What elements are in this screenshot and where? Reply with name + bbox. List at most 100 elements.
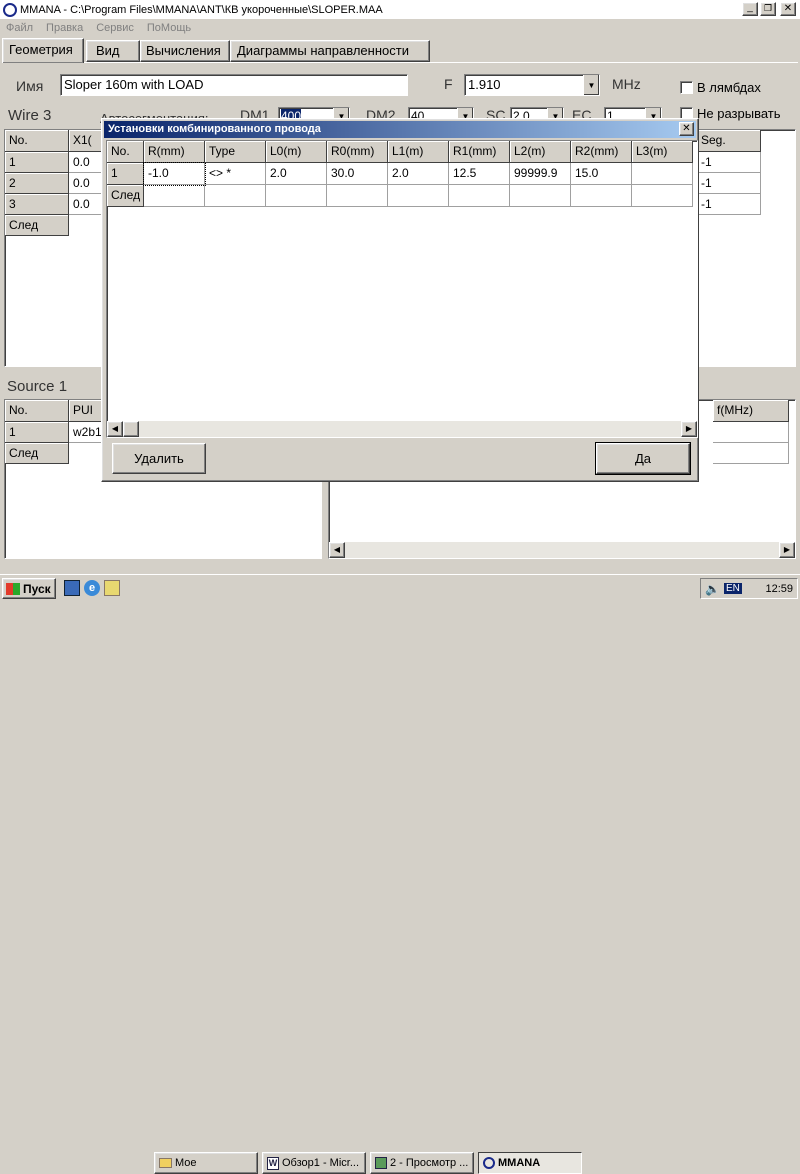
dialog-title-bar: Установки комбинированного провода ✕ [104,121,696,138]
dialog-cell[interactable]: <> * [205,163,266,185]
desktop-icon[interactable] [64,580,80,596]
dialog-col-header: L1(m) [388,141,449,163]
dialog-empty-cell[interactable] [632,185,693,207]
wire-row-no[interactable]: 2 [5,173,69,194]
clock: 12:59 [765,582,793,595]
language-indicator[interactable]: EN [723,583,742,594]
dialog-col-header: L3(m) [632,141,693,163]
dialog-cell[interactable]: 2.0 [266,163,327,185]
dialog-col-header: R0(mm) [327,141,388,163]
dialog-empty-cell[interactable] [205,185,266,207]
dialog-close-button[interactable]: ✕ [679,122,694,136]
window-title: MMANA - C:\Program Files\MMANA\ANT\КВ ук… [20,3,383,16]
wire-cell-seg[interactable]: -1 [697,152,761,173]
source-col-no: No. [5,400,69,422]
dialog-row-next[interactable]: След [107,185,144,207]
quicklaunch: e [64,580,120,596]
scroll-right-icon[interactable]: ▶ [779,542,795,558]
dialog-row-no[interactable]: 1 [107,163,144,185]
wire-cell-seg[interactable]: -1 [697,173,761,194]
dialog-empty-cell[interactable] [266,185,327,207]
wire-row-no[interactable]: 3 [5,194,69,215]
dialog-cell[interactable]: 30.0 [327,163,388,185]
app-icon [3,2,17,17]
start-button[interactable]: Пуск [2,578,56,599]
windows-logo-icon [6,582,20,595]
dialog-col-header: L2(m) [510,141,571,163]
wire-row-no[interactable]: 1 [5,152,69,173]
browser-icon[interactable]: e [84,580,100,596]
system-tray: 🔈 EN 12:59 [700,578,798,599]
dialog-col-header: R(mm) [144,141,205,163]
scroll-left-icon[interactable]: ◀ [329,542,345,558]
tab-calculations[interactable]: Вычисления [140,40,230,62]
wire-cell-seg[interactable]: -1 [697,194,761,215]
lambda-checkbox[interactable]: В лямбдах [680,80,761,95]
source-row-no[interactable]: 1 [5,422,69,443]
f-label: F [444,76,453,92]
dialog-table: No. 1 След R(mm) -1.0 Type <> * L0(m) 2.0 R0(mm) 3… [106,140,698,438]
minimize-button[interactable]: _ [742,2,758,16]
source-label: Source 1 [7,378,68,395]
restore-button[interactable]: ❐ [760,2,776,16]
wire-col-no: No. [5,130,69,152]
dialog-cell[interactable] [632,163,693,185]
chevron-down-icon[interactable]: ▼ [583,75,599,95]
tab-geometry[interactable]: Геометрия [2,38,84,63]
tab-view[interactable]: Вид [86,40,140,62]
load-hscrollbar[interactable]: ◀ ▶ [329,542,795,558]
scroll-thumb[interactable] [123,421,139,437]
checkbox-box[interactable] [680,81,693,94]
tab-diagrams[interactable]: Диаграммы направленности [230,40,430,62]
dialog-cell[interactable]: 12.5 [449,163,510,185]
ok-button[interactable]: Да [595,442,691,475]
taskbar-item-mmana[interactable]: MMANA [478,1152,582,1174]
menu-edit[interactable]: Правка [46,22,83,34]
scroll-right-icon[interactable]: ▶ [681,421,697,437]
taskbar-item-word[interactable]: W Обзор1 - Micr... [262,1152,366,1174]
dialog-empty-cell[interactable] [510,185,571,207]
dialog-cell[interactable]: -1.0 [143,162,206,186]
combined-wire-dialog: Установки комбинированного провода ✕ No.… [101,118,699,482]
taskbar-item-mycomputer[interactable]: Мое [154,1152,258,1174]
dialog-col-header: R1(mm) [449,141,510,163]
dialog-hscrollbar[interactable]: ◀ ▶ [107,421,697,437]
name-input[interactable]: Sloper 160m with LOAD [60,74,408,96]
tab-strip: Геометрия Вид Вычисления Диаграммы напра… [2,38,798,63]
dialog-cell[interactable]: 15.0 [571,163,632,185]
dialog-col-header: L0(m) [266,141,327,163]
outlook-icon[interactable] [104,580,120,596]
dialog-empty-cell[interactable] [449,185,510,207]
dialog-col-header: No. [107,141,144,163]
taskbar-item-viewer[interactable]: 2 - Просмотр ... [370,1152,474,1174]
load-col-fmhz: f(MHz) [713,400,789,422]
dialog-empty-cell[interactable] [388,185,449,207]
speaker-icon[interactable]: 🔈 [705,582,720,596]
name-label: Имя [16,78,44,94]
frequency-select[interactable]: 1.910 ▼ [464,74,600,96]
wire-label: Wire 3 [8,107,52,124]
dialog-col-header: Type [205,141,266,163]
wire-row-next[interactable]: След [5,215,69,236]
menu-file[interactable]: Файл [6,22,33,34]
menu-help[interactable]: ПоМощь [147,22,191,34]
menu-bar: Файл Правка Сервис ПоМощь [0,19,800,37]
dialog-title: Установки комбинированного провода [108,123,321,135]
dialog-col-header: R2(mm) [571,141,632,163]
dialog-cell[interactable]: 99999.9 [510,163,571,185]
dialog-empty-cell[interactable] [327,185,388,207]
mhz-label: MHz [612,76,641,92]
close-button[interactable]: ✕ [780,2,796,16]
dialog-empty-cell[interactable] [144,185,205,207]
folder-icon [159,1158,172,1168]
scroll-left-icon[interactable]: ◀ [107,421,123,437]
menu-service[interactable]: Сервис [96,22,134,34]
title-bar: MMANA - C:\Program Files\MMANA\ANT\КВ ук… [0,0,800,19]
taskbar: Пуск e Мое W Обзор1 - Micr... 2 - Просмот… [0,574,800,1174]
dialog-cell[interactable]: 2.0 [388,163,449,185]
source-row-next[interactable]: След [5,443,69,464]
dialog-empty-cell[interactable] [571,185,632,207]
delete-button[interactable]: Удалить [112,443,206,474]
mmana-icon [483,1157,495,1169]
word-icon: W [267,1156,279,1170]
